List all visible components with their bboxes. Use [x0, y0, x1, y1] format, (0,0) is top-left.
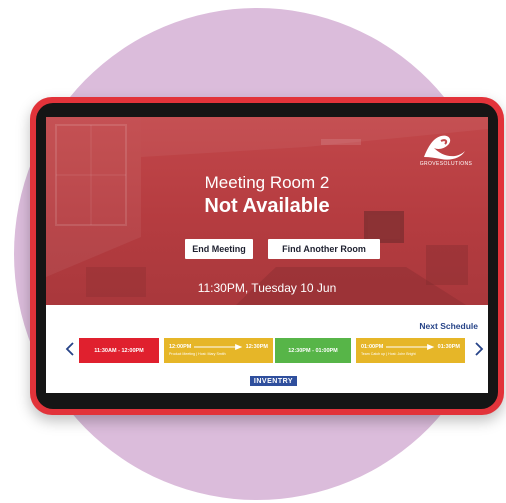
- chevron-left-icon[interactable]: [65, 342, 75, 356]
- room-display-screen: GROVESOLUTIONS Meeting Room 2 Not Availa…: [46, 117, 488, 393]
- find-another-room-button[interactable]: Find Another Room: [268, 239, 380, 259]
- slot-time-range: 11:30AM - 12:00PM: [84, 347, 154, 355]
- next-schedule-heading: Next Schedule: [419, 321, 478, 331]
- schedule-slot[interactable]: 12:30PM - 01:00PM: [275, 338, 351, 363]
- tablet-bezel: GROVESOLUTIONS Meeting Room 2 Not Availa…: [36, 103, 498, 409]
- arrow-right-icon: [194, 344, 243, 350]
- arrow-right-icon: [386, 344, 435, 350]
- slot-start-time: 12:00PM: [169, 344, 192, 350]
- chevron-right-icon[interactable]: [474, 342, 484, 356]
- room-availability-status: Not Available: [204, 195, 330, 217]
- tablet-device: GROVESOLUTIONS Meeting Room 2 Not Availa…: [30, 97, 504, 415]
- slot-start-time: 12:30PM: [288, 348, 311, 354]
- schedule-slot[interactable]: 01:00PM 01:30PM Team Catch up | Host: Jo…: [356, 338, 465, 363]
- end-meeting-button[interactable]: End Meeting: [185, 239, 253, 259]
- slot-start-time: 11:30AM: [94, 348, 117, 354]
- slot-meeting-details: Product Meeting | Host: Mary Smith: [169, 352, 226, 356]
- slot-meeting-details: Team Catch up | Host: John Bright: [361, 352, 416, 356]
- slot-start-time: 01:00PM: [361, 344, 384, 350]
- company-logo-text: GROVESOLUTIONS: [419, 161, 473, 167]
- room-name: Meeting Room 2: [204, 173, 330, 192]
- slot-time-range: 01:00PM 01:30PM: [361, 343, 460, 351]
- slot-time-range: 12:00PM 12:30PM: [169, 343, 268, 351]
- company-logo: [424, 135, 465, 160]
- slot-end-time: 12:00PM: [121, 348, 144, 354]
- slot-end-time: 12:30PM: [245, 344, 268, 350]
- slot-time-range: 12:30PM - 01:00PM: [280, 347, 346, 355]
- slot-end-time: 01:30PM: [437, 344, 460, 350]
- room-status-panel: GROVESOLUTIONS Meeting Room 2 Not Availa…: [46, 117, 488, 305]
- brand-logo: INVENTRY: [250, 376, 297, 386]
- schedule-slot[interactable]: 12:00PM 12:30PM Product Meeting | Host: …: [164, 338, 273, 363]
- current-datetime: 11:30PM, Tuesday 10 Jun: [197, 281, 337, 295]
- schedule-slot[interactable]: 11:30AM - 12:00PM: [79, 338, 159, 363]
- slot-end-time: 01:00PM: [315, 348, 338, 354]
